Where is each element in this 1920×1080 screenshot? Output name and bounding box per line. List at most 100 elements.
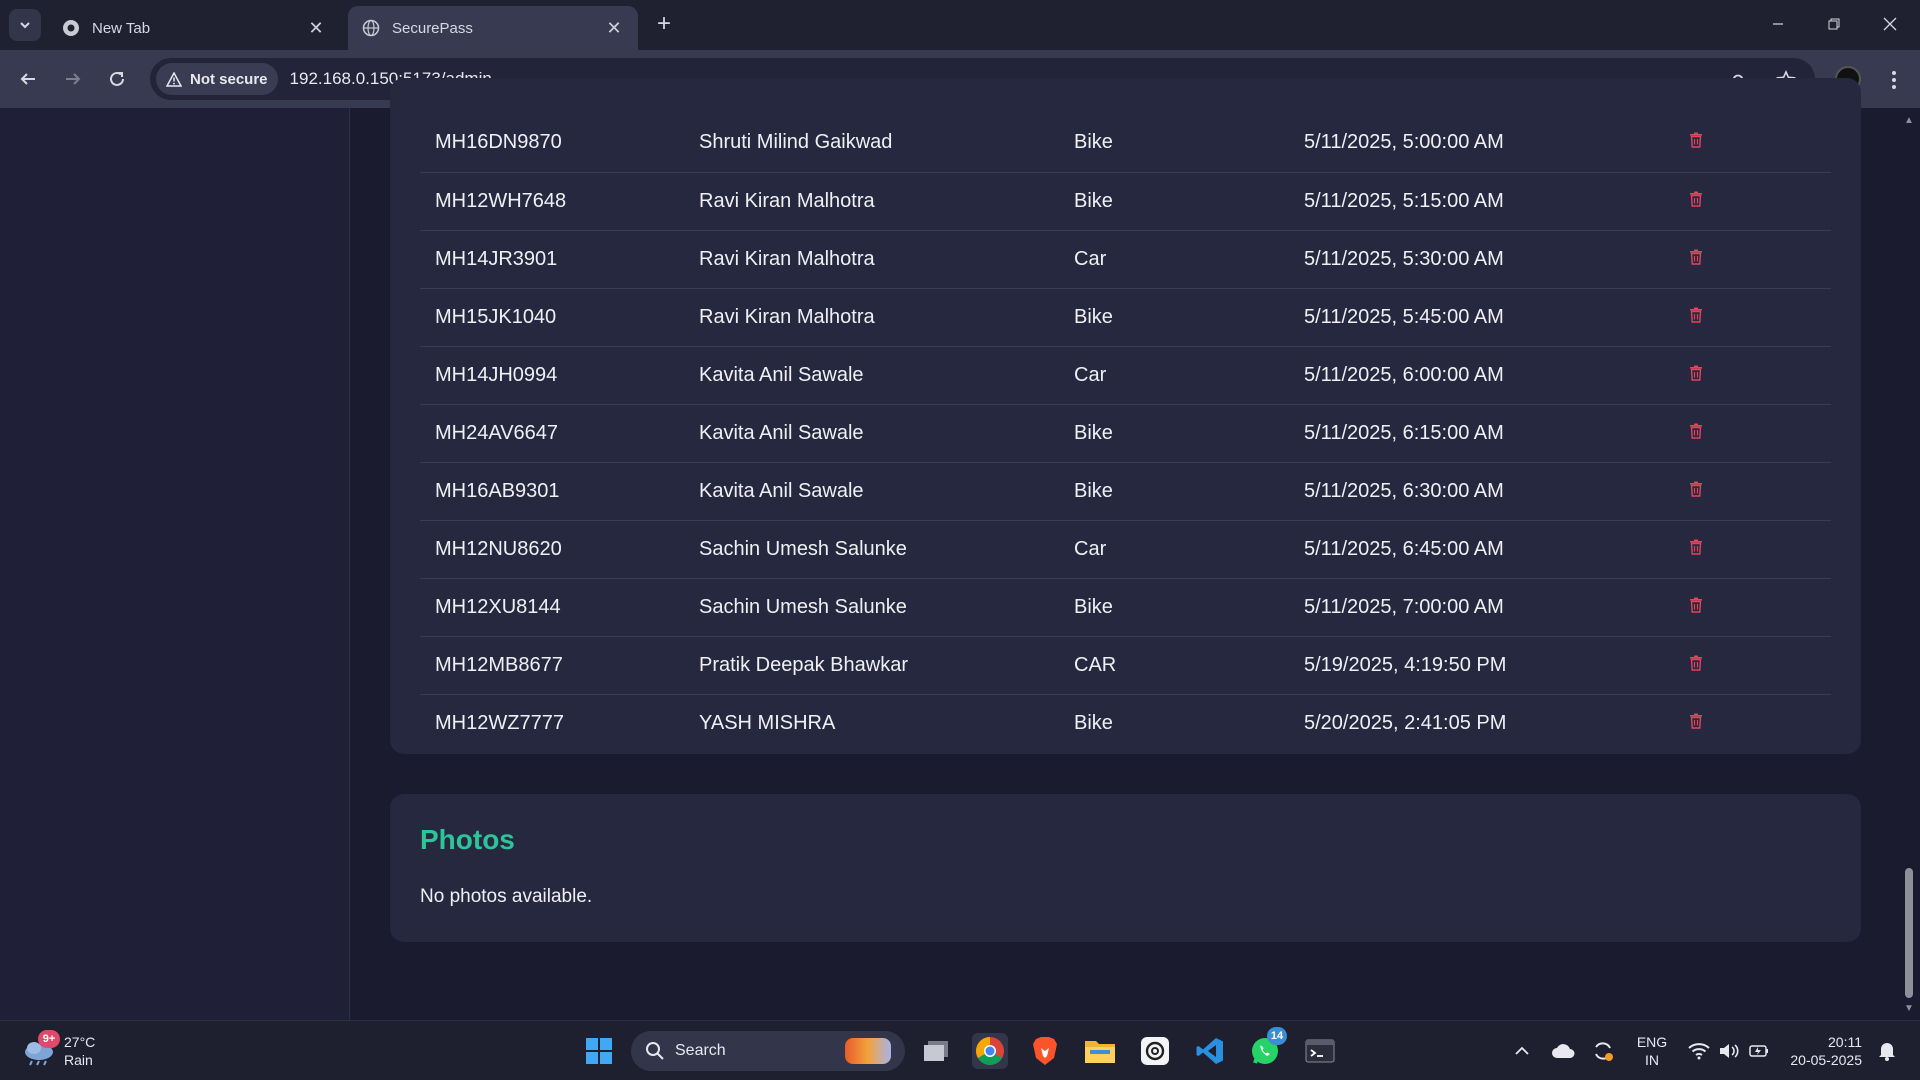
forward-button[interactable] xyxy=(57,63,89,95)
timestamp-cell: 5/11/2025, 5:30:00 AM xyxy=(1304,247,1504,270)
table-row: MH12MB8677 Pratik Deepak Bhawkar CAR 5/19/2… xyxy=(420,636,1831,694)
security-label: Not secure xyxy=(190,70,268,88)
vscode-taskbar-button[interactable] xyxy=(1192,1033,1228,1069)
close-icon[interactable]: ✕ xyxy=(604,18,624,38)
taskbar-search[interactable]: Search xyxy=(631,1031,905,1071)
trash-icon[interactable] xyxy=(1689,480,1703,497)
vehicle-number-cell: MH16DN9870 xyxy=(435,131,562,154)
owner-name-cell: Sachin Umesh Salunke xyxy=(699,537,907,560)
terminal-icon xyxy=(1305,1039,1335,1063)
speaker-icon xyxy=(1720,1044,1739,1058)
trash-icon[interactable] xyxy=(1689,654,1703,671)
folder-icon xyxy=(1085,1041,1115,1063)
timestamp-cell: 5/20/2025, 2:41:05 PM xyxy=(1304,711,1507,734)
timestamp-cell: 5/11/2025, 5:15:00 AM xyxy=(1304,189,1504,212)
minimize-icon xyxy=(1773,23,1783,25)
vscode-icon xyxy=(1196,1038,1223,1064)
trash-icon[interactable] xyxy=(1689,712,1703,729)
wifi-tray-button[interactable] xyxy=(1684,1021,1714,1080)
owner-name-cell: Kavita Anil Sawale xyxy=(699,479,864,502)
close-icon[interactable]: ✕ xyxy=(306,18,326,38)
new-tab-button[interactable]: + xyxy=(650,10,678,38)
timestamp-cell: 5/11/2025, 7:00:00 AM xyxy=(1304,595,1504,618)
trash-icon[interactable] xyxy=(1689,538,1703,555)
sync-tray-button[interactable] xyxy=(1588,1021,1618,1080)
row-actions-cell xyxy=(1674,578,1831,636)
timestamp-cell: 5/11/2025, 6:30:00 AM xyxy=(1304,479,1504,502)
entries-table: MH16DN9870 Shruti Milind Gaikwad Bike 5/11/… xyxy=(420,114,1831,752)
vehicle-number-cell: MH15JK1040 xyxy=(435,305,557,328)
vehicle-type-cell: Bike xyxy=(1074,189,1113,212)
minimize-button[interactable] xyxy=(1750,0,1806,48)
vehicle-type-cell: Bike xyxy=(1074,305,1113,328)
notification-badge: 14 xyxy=(1267,1027,1287,1045)
row-actions-cell xyxy=(1674,404,1831,462)
timestamp-cell: 5/11/2025, 5:00:00 AM xyxy=(1304,131,1504,154)
owner-name-cell: Pratik Deepak Bhawkar xyxy=(699,653,908,676)
scroll-up-arrow-icon[interactable]: ▲ xyxy=(1903,114,1915,126)
start-button[interactable] xyxy=(581,1033,617,1069)
weather-widget[interactable]: 9+ 27°C Rain xyxy=(22,1030,95,1069)
task-view-icon xyxy=(924,1041,948,1061)
scroll-down-arrow-icon[interactable]: ▼ xyxy=(1903,1002,1915,1014)
trash-icon[interactable] xyxy=(1689,596,1703,613)
entries-card: MH16DN9870 Shruti Milind Gaikwad Bike 5/11/… xyxy=(390,78,1861,754)
clock-date: 20-05-2025 xyxy=(1790,1052,1862,1068)
chrome-taskbar-button[interactable] xyxy=(972,1033,1008,1069)
vehicle-type-cell: Car xyxy=(1074,247,1107,270)
show-hidden-icons-button[interactable] xyxy=(1510,1021,1534,1080)
trash-icon[interactable] xyxy=(1689,131,1703,148)
security-indicator[interactable]: Not secure xyxy=(156,63,278,95)
onedrive-tray-button[interactable] xyxy=(1548,1021,1578,1080)
table-row: MH12WH7648 Ravi Kiran Malhotra Bike 5/11/20… xyxy=(420,172,1831,230)
vehicle-type-cell: Car xyxy=(1074,363,1107,386)
owner-name-cell: Ravi Kiran Malhotra xyxy=(699,189,875,212)
trash-icon[interactable] xyxy=(1689,422,1703,439)
weather-badge: 9+ xyxy=(38,1030,60,1048)
reload-button[interactable] xyxy=(101,63,133,95)
file-explorer-button[interactable] xyxy=(1082,1033,1118,1069)
owner-name-cell: Shruti Milind Gaikwad xyxy=(699,131,893,154)
restore-button[interactable] xyxy=(1806,0,1862,48)
weather-condition: Rain xyxy=(64,1052,93,1068)
vehicle-number-cell: MH16AB9301 xyxy=(435,479,560,502)
search-label: Search xyxy=(675,1042,726,1059)
tab-securepass[interactable]: SecurePass ✕ xyxy=(348,6,638,50)
chatgpt-taskbar-button[interactable] xyxy=(1137,1033,1173,1069)
row-actions-cell xyxy=(1674,172,1831,230)
vehicle-number-cell: MH12WH7648 xyxy=(435,189,567,212)
region-code: IN xyxy=(1645,1052,1659,1068)
battery-charging-icon xyxy=(1749,1045,1768,1057)
arrow-right-icon xyxy=(66,73,81,85)
tab-search-button[interactable] xyxy=(9,9,41,41)
timestamp-cell: 5/11/2025, 5:45:00 AM xyxy=(1304,305,1504,328)
page-scrollbar[interactable]: ▲ ▼ xyxy=(1898,108,1920,1020)
tab-title: New Tab xyxy=(92,19,151,37)
trash-icon[interactable] xyxy=(1689,248,1703,265)
trash-icon[interactable] xyxy=(1689,364,1703,381)
reload-icon xyxy=(110,71,124,86)
wifi-icon xyxy=(1688,1043,1710,1060)
vehicle-type-cell: Bike xyxy=(1074,711,1113,734)
row-actions-cell xyxy=(1674,288,1831,346)
restore-icon xyxy=(1828,18,1840,30)
volume-tray-button[interactable] xyxy=(1714,1021,1744,1080)
trash-icon[interactable] xyxy=(1689,306,1703,323)
brave-taskbar-button[interactable] xyxy=(1027,1033,1063,1069)
vehicle-type-cell: Car xyxy=(1074,537,1107,560)
language-indicator[interactable]: ENG IN xyxy=(1630,1021,1674,1080)
tab-new-tab[interactable]: New Tab ✕ xyxy=(48,6,340,50)
close-window-button[interactable] xyxy=(1862,0,1918,48)
terminal-taskbar-button[interactable] xyxy=(1302,1033,1338,1069)
vehicle-number-cell: MH12NU8620 xyxy=(435,537,562,560)
table-row: MH14JH0994 Kavita Anil Sawale Car 5/11/2025… xyxy=(420,346,1831,404)
notifications-button[interactable] xyxy=(1872,1021,1902,1080)
trash-icon[interactable] xyxy=(1689,190,1703,207)
more-options-button[interactable] xyxy=(1880,64,1908,96)
whatsapp-taskbar-button[interactable]: 14 xyxy=(1247,1027,1287,1069)
battery-tray-button[interactable] xyxy=(1744,1021,1774,1080)
scrollbar-thumb[interactable] xyxy=(1905,868,1913,998)
back-button[interactable] xyxy=(12,63,44,95)
clock[interactable]: 20:11 20-05-2025 xyxy=(1780,1021,1862,1080)
task-view-button[interactable] xyxy=(918,1033,954,1069)
